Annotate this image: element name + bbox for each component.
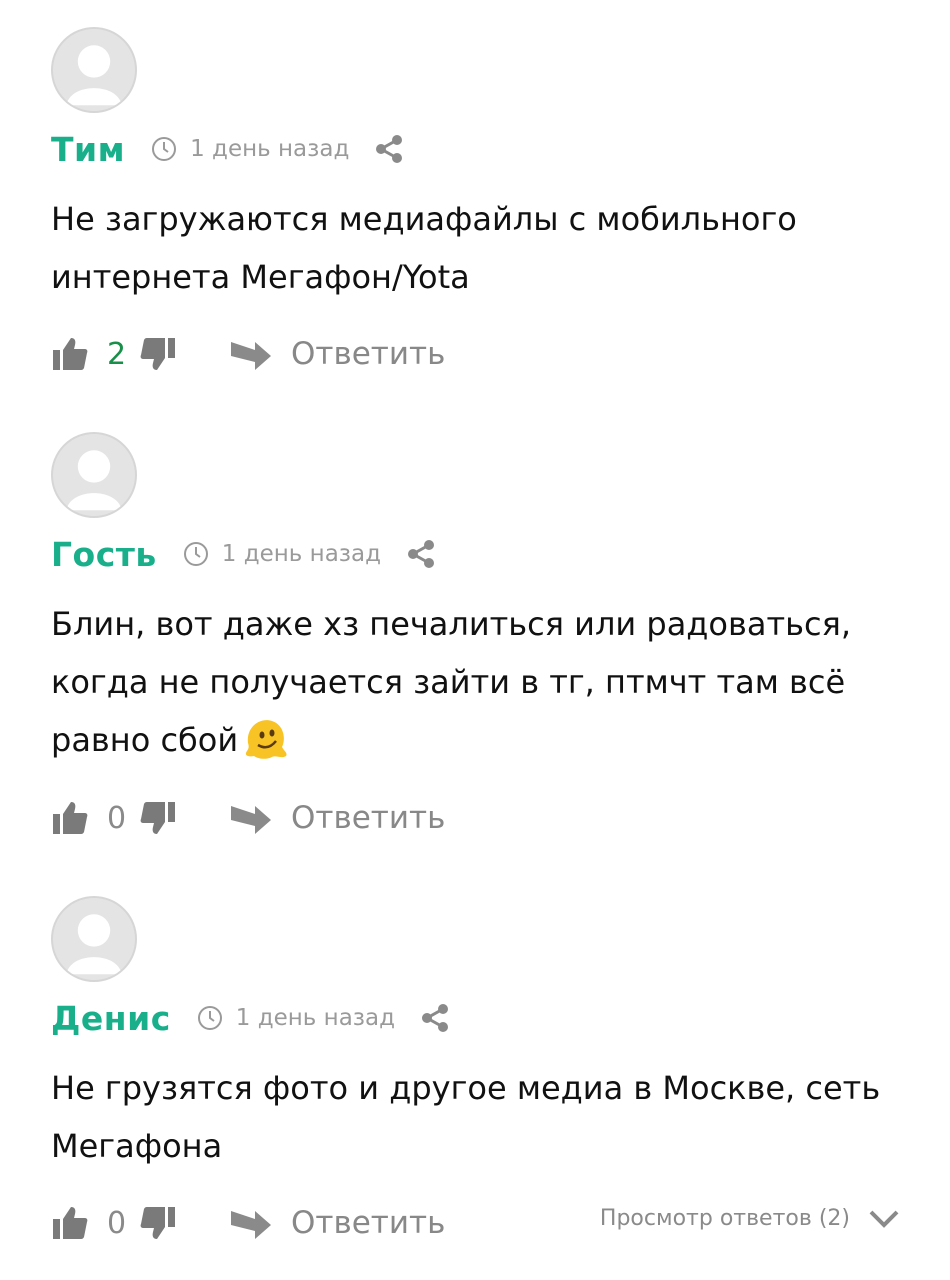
comment-meta: Тим 1 день назад [51, 127, 405, 171]
share-icon[interactable] [419, 1002, 451, 1034]
avatar[interactable] [51, 432, 137, 518]
reply-arrow-icon[interactable] [229, 336, 273, 372]
chevron-down-icon[interactable] [868, 1207, 900, 1231]
share-icon[interactable] [405, 538, 437, 570]
comment-text-line: Блин, вот даже хз печалиться или радоват… [51, 605, 851, 643]
comment-text-line: Мегафона [51, 1127, 223, 1165]
clock-icon [183, 541, 209, 567]
comment-text-line-with-emoji: равно сбой [51, 711, 901, 769]
likes-count: 0 [107, 1205, 127, 1241]
comment-actions: 0 Ответить [51, 1201, 445, 1245]
comment-text-line: равно сбой [51, 721, 239, 759]
timestamp: 1 день назад [190, 136, 350, 162]
comment-meta: Денис 1 день назад [51, 996, 451, 1040]
thumbs-up-icon[interactable] [51, 799, 89, 837]
reply-button[interactable]: Ответить [291, 1205, 445, 1241]
thumbs-down-icon[interactable] [139, 335, 177, 373]
author-name[interactable]: Гость [51, 535, 157, 574]
timestamp: 1 день назад [221, 541, 382, 567]
author-name[interactable]: Денис [51, 999, 171, 1038]
thumbs-up-icon[interactable] [51, 1204, 89, 1242]
author-name[interactable]: Тим [51, 130, 125, 169]
avatar[interactable] [51, 896, 137, 982]
comment-text: Не загружаются медиафайлы с мобильного и… [51, 190, 901, 306]
comment-text: Блин, вот даже хз печалиться или радоват… [51, 595, 901, 769]
thumbs-up-icon[interactable] [51, 335, 89, 373]
comment-text: Не грузятся фото и другое медиа в Москве… [51, 1059, 901, 1175]
reply-arrow-icon[interactable] [229, 1205, 273, 1241]
reply-arrow-icon[interactable] [229, 800, 273, 836]
comment-actions: 2 Ответить [51, 332, 445, 376]
comment-actions: 0 Ответить [51, 796, 445, 840]
view-replies-label[interactable]: Просмотр ответов (2) [600, 1206, 850, 1231]
melting-face-emoji [242, 713, 290, 761]
timestamp: 1 день назад [235, 1005, 396, 1031]
thumbs-down-icon[interactable] [139, 1204, 177, 1242]
view-replies-toggle[interactable]: Просмотр ответов (2) [600, 1206, 900, 1231]
comment-text-line: Не загружаются медиафайлы с мобильного [51, 200, 797, 238]
clock-icon [197, 1005, 223, 1031]
comment-meta: Гость 1 день назад [51, 532, 437, 576]
comment-text-line: Не грузятся фото и другое медиа в Москве… [51, 1069, 881, 1107]
comment-text-line: интернета Мегафон/Yota [51, 258, 470, 296]
reply-button[interactable]: Ответить [291, 336, 445, 372]
comment-text-line: когда не получается зайти в тг, птмчт та… [51, 663, 846, 701]
likes-count: 0 [107, 800, 127, 836]
avatar[interactable] [51, 27, 137, 113]
likes-count: 2 [107, 336, 127, 372]
clock-icon [151, 136, 177, 162]
thumbs-down-icon[interactable] [139, 799, 177, 837]
share-icon[interactable] [373, 133, 405, 165]
reply-button[interactable]: Ответить [291, 800, 445, 836]
